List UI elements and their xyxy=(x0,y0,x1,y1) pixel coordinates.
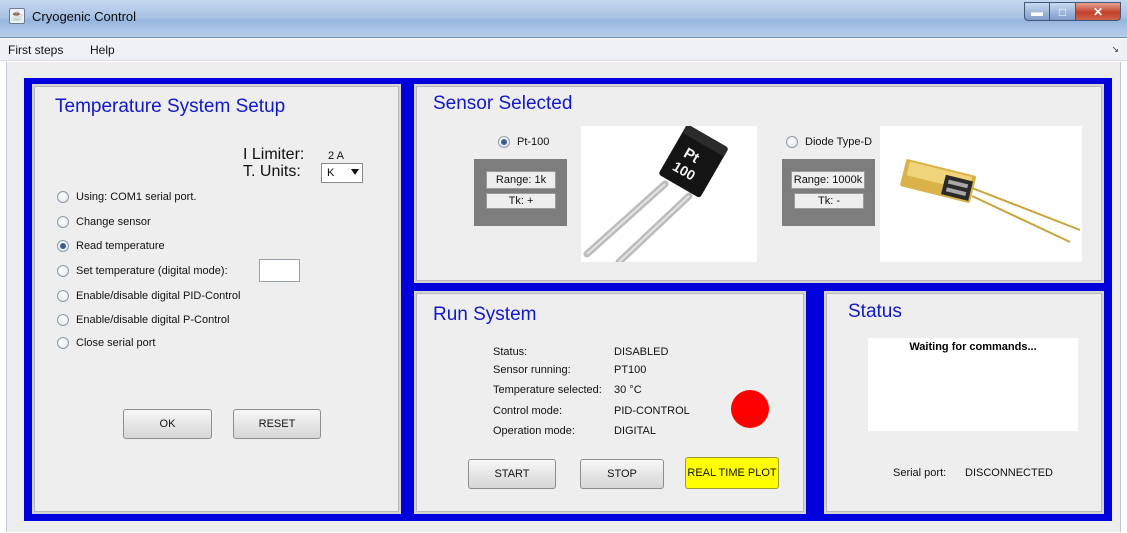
diode-sensor-graphic xyxy=(900,159,1081,243)
sensor-title: Sensor Selected xyxy=(433,93,573,114)
close-button[interactable]: ✕ xyxy=(1076,2,1121,21)
pt100-tk: Tk: + xyxy=(486,193,556,209)
pt100-sensor-image: Pt 100 xyxy=(581,126,757,262)
t-units-select[interactable]: K xyxy=(321,163,363,183)
run-temperature-label: Temperature selected: xyxy=(493,384,602,396)
pt100-range: Range: 1k xyxy=(486,171,556,189)
run-operation-mode-label: Operation mode: xyxy=(493,425,575,437)
minimize-button[interactable]: ▬ xyxy=(1024,2,1050,21)
run-sensor-label: Sensor running: xyxy=(493,364,571,376)
option-label: Enable/disable digital PID-Control xyxy=(76,290,241,302)
option-label: Set temperature (digital mode): xyxy=(76,265,228,277)
option-change-sensor[interactable]: Change sensor xyxy=(57,214,151,230)
radio-icon xyxy=(57,290,69,302)
option-label: Enable/disable digital P-Control xyxy=(76,314,230,326)
radio-icon xyxy=(57,265,69,277)
diode-sensor-image xyxy=(880,126,1082,262)
option-read-temperature[interactable]: Read temperature xyxy=(57,238,165,254)
dropdown-arrow-icon xyxy=(351,169,359,175)
radio-icon xyxy=(57,191,69,203)
ok-button[interactable]: OK xyxy=(123,409,212,439)
t-units-label: T. Units: xyxy=(243,163,301,180)
serial-port-label: Serial port: xyxy=(893,467,947,479)
run-control-mode-label: Control mode: xyxy=(493,405,563,417)
t-units-selected: K xyxy=(327,167,335,179)
diode-range: Range: 1000k xyxy=(791,171,865,189)
maximize-button[interactable]: □ xyxy=(1050,2,1076,21)
run-temperature-value: 30 °C xyxy=(614,384,642,396)
stop-button[interactable]: STOP xyxy=(580,459,664,489)
run-control-mode-value: PID-CONTROL xyxy=(614,405,690,417)
status-indicator-light xyxy=(731,390,769,428)
sensor-pt100-label: Pt-100 xyxy=(517,136,550,148)
run-operation-mode-value: DIGITAL xyxy=(614,425,656,437)
option-set-temperature[interactable]: Set temperature (digital mode): xyxy=(57,263,228,279)
sensor-pt100-option[interactable]: Pt-100 xyxy=(498,134,549,150)
menu-help[interactable]: Help xyxy=(90,43,115,57)
set-temperature-input[interactable] xyxy=(259,259,300,282)
window-title: Cryogenic Control xyxy=(32,9,137,24)
window-controls: ▬ □ ✕ xyxy=(1024,2,1121,22)
sensor-diode-label: Diode Type-D xyxy=(805,136,873,148)
menu-overflow-icon[interactable]: ↘ xyxy=(1111,44,1119,55)
diode-tk: Tk: - xyxy=(794,193,864,209)
radio-selected-icon xyxy=(498,136,510,148)
status-message: Waiting for commands... xyxy=(909,341,1037,353)
option-serial-port[interactable]: Using: COM1 serial port. xyxy=(57,189,196,205)
radio-selected-icon xyxy=(57,240,69,252)
window-titlebar: ☕ Cryogenic Control ▬ □ ✕ xyxy=(0,0,1127,38)
status-title: Status xyxy=(848,301,902,322)
i-limiter-value: 2 A xyxy=(328,150,344,162)
real-time-plot-button[interactable]: REAL TIME PLOT xyxy=(685,457,779,489)
sensor-diode-option[interactable]: Diode Type-D xyxy=(786,134,872,150)
option-label: Using: COM1 serial port. xyxy=(76,191,197,203)
reset-button[interactable]: RESET xyxy=(233,409,321,439)
start-button[interactable]: START xyxy=(468,459,556,489)
run-status-value: DISABLED xyxy=(614,346,669,358)
i-limiter-label: I Limiter: xyxy=(243,146,305,163)
radio-icon xyxy=(57,216,69,228)
radio-icon xyxy=(786,136,798,148)
run-sensor-value: PT100 xyxy=(614,364,647,376)
java-app-icon: ☕ xyxy=(9,8,25,24)
status-message-box: Waiting for commands... xyxy=(868,338,1078,431)
option-label: Change sensor xyxy=(76,216,151,228)
menu-first-steps[interactable]: First steps xyxy=(8,43,63,57)
option-pid-control[interactable]: Enable/disable digital PID-Control xyxy=(57,288,240,304)
option-p-control[interactable]: Enable/disable digital P-Control xyxy=(57,312,229,328)
pt100-sensor-graphic: Pt 100 xyxy=(583,126,728,262)
serial-port-value: DISCONNECTED xyxy=(965,467,1054,479)
run-status-label: Status: xyxy=(493,346,528,358)
option-close-serial[interactable]: Close serial port xyxy=(57,335,155,351)
menu-bar: First steps Help ↘ xyxy=(0,39,1127,61)
radio-icon xyxy=(57,314,69,326)
option-label: Read temperature xyxy=(76,240,165,252)
run-title: Run System xyxy=(433,304,537,325)
radio-icon xyxy=(57,337,69,349)
option-label: Close serial port xyxy=(76,337,156,349)
setup-title: Temperature System Setup xyxy=(55,96,286,117)
